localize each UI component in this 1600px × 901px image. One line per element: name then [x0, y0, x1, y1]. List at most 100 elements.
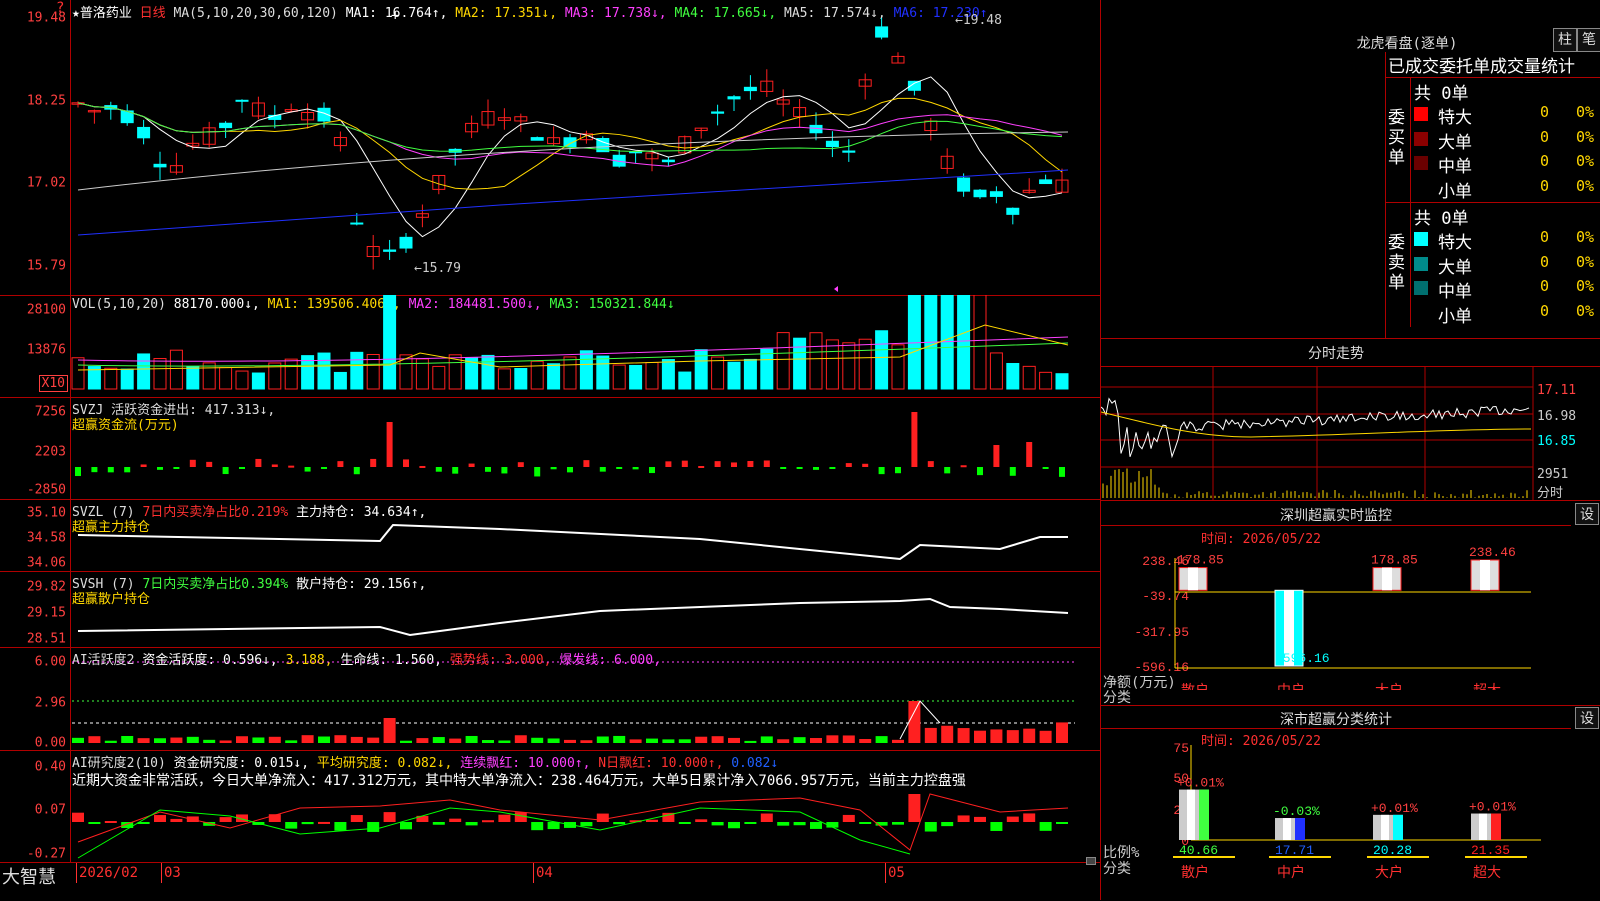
sz-monitor-chart[interactable]: 238.46-39.74-317.95-596.16178.85散户-596.1… [1101, 500, 1600, 690]
ai-research-bar [285, 822, 298, 829]
ai-active-bar [252, 737, 265, 743]
sz-tick: -39.74 [1142, 589, 1189, 604]
ai-active-bar [613, 735, 626, 743]
sell-row-name: 大单 [1438, 257, 1472, 278]
ai-active-bar [170, 737, 183, 743]
volume-bar [120, 368, 134, 390]
sell-row-name: 中单 [1438, 282, 1472, 302]
svzj-panel[interactable]: 7256 2203 -2850 SVZJ 活跃资金进出: 417.313↓, 超… [0, 397, 1100, 500]
ai-active-bar [908, 701, 921, 743]
ai-active-bar [810, 738, 822, 743]
candle-body [350, 222, 364, 225]
sell-row: 特大 0 0% [1414, 228, 1600, 253]
svzj-bar [632, 467, 639, 470]
sell-color-swatch [1414, 281, 1428, 295]
volume-bar [989, 352, 1003, 390]
ai-research-bar [318, 821, 330, 824]
volume-bar [1055, 373, 1069, 390]
candle-body [563, 137, 577, 148]
ai-research-bar [449, 818, 462, 822]
ai-active-panel[interactable]: 6.00 2.96 0.00 AI活跃度2 资金活跃度: 0.596↓, 3.1… [0, 647, 1100, 751]
bar-mode-button[interactable]: 柱 [1553, 28, 1577, 52]
ai-research-bar [350, 815, 363, 822]
candle-body [989, 191, 1003, 197]
ai-research-bar [777, 822, 790, 826]
sell-color-swatch [1414, 232, 1428, 246]
ai-research-bar [744, 822, 757, 824]
intraday-price-line [1101, 397, 1530, 459]
ai-active-bar [318, 736, 330, 743]
svzj-bar [124, 467, 131, 473]
ai-research-bar [432, 822, 445, 825]
buy-row: 中单 0 0% [1414, 152, 1600, 177]
svzj-bar [403, 459, 409, 467]
svzl-chart [77, 523, 1068, 561]
sell-row-pct: 0% [1576, 277, 1595, 295]
svzj-bar [468, 463, 475, 467]
volume-bar [711, 356, 725, 390]
sz-bar-category: 中户 [1277, 682, 1305, 690]
bottom-date-bar: 大智慧 2026/02 03 04 05 [0, 857, 1100, 901]
volume-bar [661, 359, 675, 390]
candlestick-panel[interactable]: 19.48 18.25 17.02 15.79 ★普洛药业 日线 MA(5,10… [0, 0, 1100, 296]
ai-research-bar [974, 816, 986, 822]
volume-panel[interactable]: 28100 13876 X10 VOL(5,10,20) 88170.000↓,… [0, 295, 1100, 398]
volume-bar [1006, 362, 1020, 390]
svzj-bar [370, 458, 377, 467]
intraday-chart[interactable] [1101, 367, 1600, 500]
svzj-bar [780, 467, 787, 469]
svzj-bar [927, 461, 934, 467]
svsh-panel[interactable]: 29.82 29.15 28.51 SVSH (7) 7日内买卖净占比0.394… [0, 571, 1100, 648]
svzl-line [77, 523, 1068, 561]
svzj-bar [567, 467, 573, 473]
svzj-bar [681, 460, 688, 467]
ai-research-bar [810, 822, 822, 829]
intraday-tick: 16.98 [1537, 409, 1577, 424]
ai-research-green-line [77, 807, 911, 859]
svzj-bar [731, 462, 737, 467]
ai-active-bar [1056, 722, 1068, 743]
candle-body [825, 140, 839, 148]
candlestick-chart[interactable] [0, 0, 1100, 295]
sc-bar-category: 大户 [1375, 864, 1403, 881]
buy-row-pct: 0% [1576, 127, 1595, 146]
ai-active-bar [974, 730, 986, 743]
ai-research-bar [908, 794, 921, 822]
tick-mode-button[interactable]: 笔 [1577, 28, 1600, 52]
sz-bar-highlight [1188, 567, 1198, 591]
ai-active-bar [662, 739, 675, 743]
svzj-bar [452, 467, 459, 474]
candle-body [219, 122, 233, 129]
svzj-bar [1009, 467, 1016, 476]
ai-active-bar [121, 735, 134, 743]
intraday-panel[interactable]: 17.11 16.98 16.85 2951 分时 [1101, 367, 1600, 501]
svzl-panel[interactable]: 35.10 34.58 34.06 SVZL (7) 7日内买卖净占比0.219… [0, 499, 1100, 572]
date-label: 03 [164, 865, 181, 881]
svzj-bar [353, 467, 360, 475]
sc-chart[interactable]: 7550250+0.01%40.66散户-0.03%17.71中户+0.01%2… [1101, 705, 1600, 900]
svzj-bar [550, 467, 557, 470]
ai-active-bar [957, 728, 970, 743]
sc-tick: 75 [1173, 741, 1189, 756]
sz-bar-value: -596.16 [1275, 651, 1330, 666]
ai-active-bar [482, 740, 494, 743]
volume-bar [1022, 365, 1036, 390]
ai-active-chart [72, 661, 1075, 743]
ai-research-panel[interactable]: 0.40 0.07 -0.27 AI研究度2(10) 资金研究度: 0.015↓… [0, 750, 1100, 863]
lock-icon[interactable] [1086, 857, 1096, 865]
svzj-bar [862, 463, 869, 467]
buy-row-name: 特大 [1438, 108, 1472, 128]
sz-bar-category: 大户 [1375, 682, 1403, 690]
ai-active-bar [514, 735, 527, 743]
ai-research-bar [482, 820, 494, 823]
ai-active-bar [859, 739, 872, 743]
volume-bar [514, 367, 528, 390]
sc-bar-change: +0.01% [1371, 801, 1418, 816]
date-label: 05 [888, 865, 905, 881]
ai-active-bar [301, 735, 314, 743]
sell-row-count: 0 [1540, 252, 1550, 271]
svzj-bar [796, 467, 803, 469]
svzj-bar [173, 467, 180, 469]
volume-bar [907, 295, 921, 390]
sell-row-name: 特大 [1438, 233, 1472, 253]
